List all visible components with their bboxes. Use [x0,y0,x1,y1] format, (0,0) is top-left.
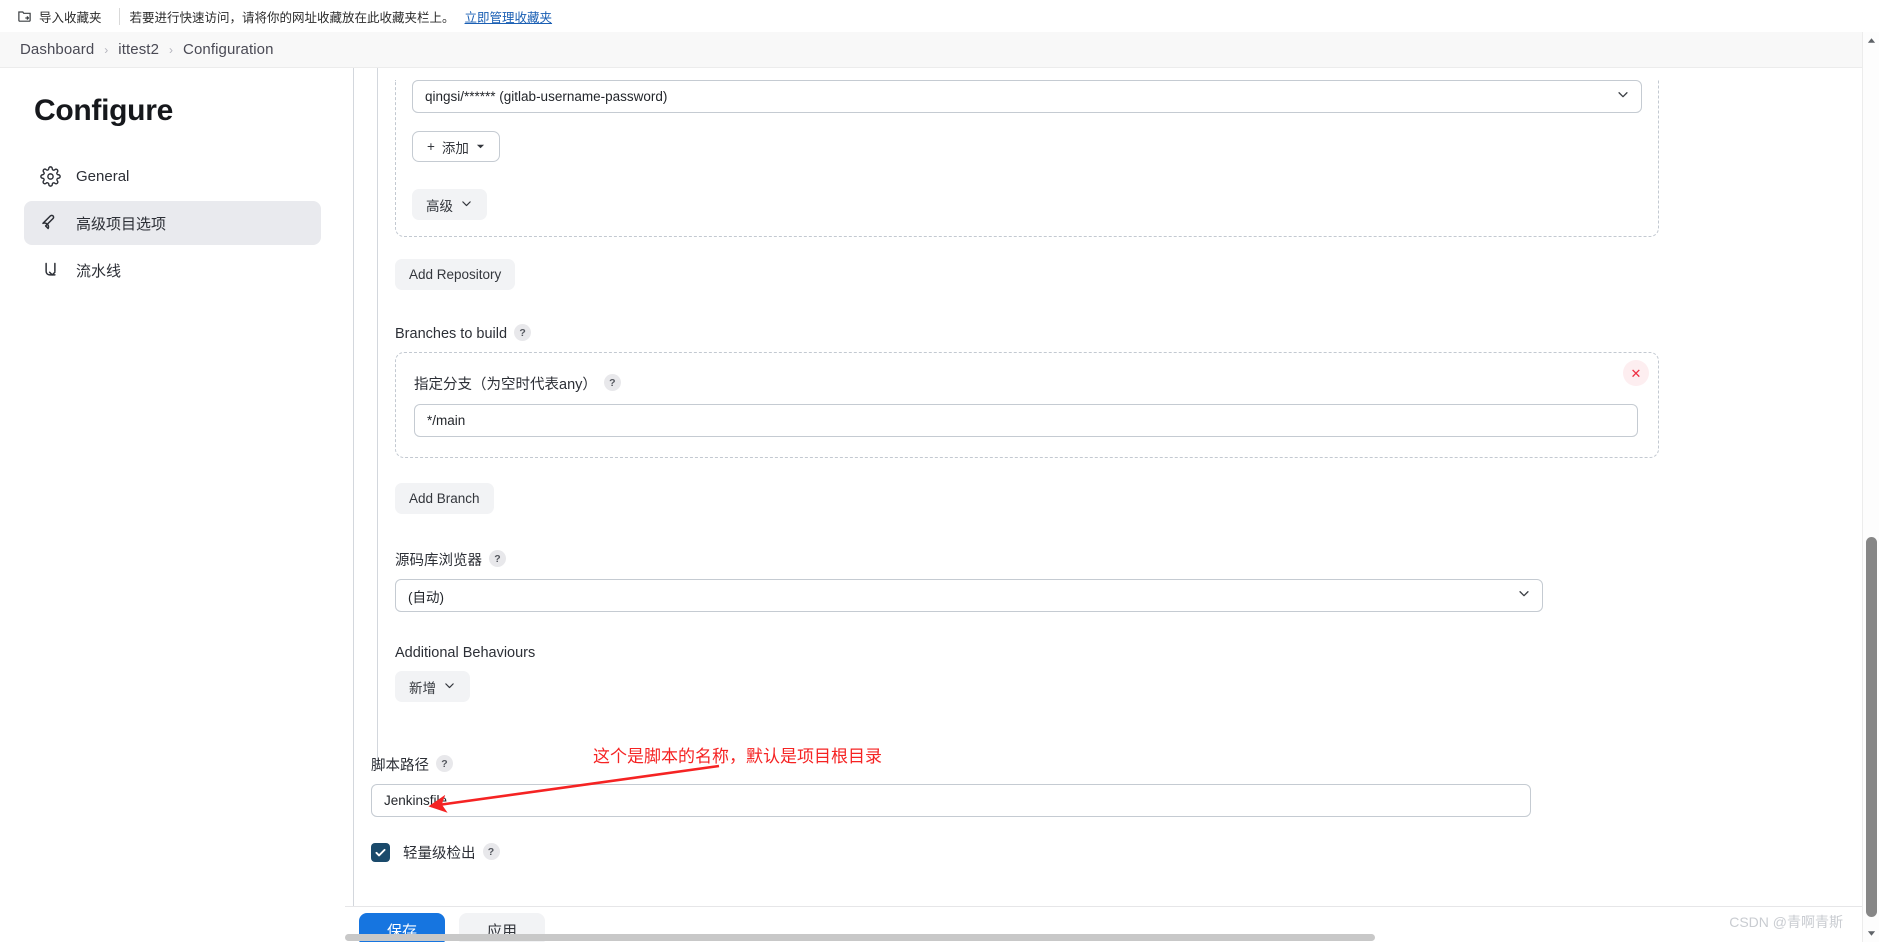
branches-to-build-label: Branches to build ? [395,324,1879,342]
script-path-input[interactable] [371,784,1531,817]
pipeline-icon [40,260,61,281]
breadcrumb: Dashboard › ittest2 › Configuration [0,32,1879,68]
caret-down-icon [476,139,485,154]
add-credentials-plus: + [427,139,435,154]
sidebar: Configure General 高级项目选项 流水线 [0,68,345,942]
vertical-scrollbar[interactable] [1862,32,1879,942]
sidebar-item-general[interactable]: General [24,154,321,198]
bookmark-bar-hint: 若要进行快速访问，请将你的网址收藏放在此收藏夹栏上。 [129,10,455,25]
remove-branch-button[interactable]: ✕ [1623,360,1649,386]
scroll-up-arrow-icon[interactable] [1863,32,1879,49]
breadcrumb-item-ittest2[interactable]: ittest2 [118,41,159,58]
sidebar-item-advanced-project-options[interactable]: 高级项目选项 [24,201,321,245]
branches-to-build-text: Branches to build [395,325,508,342]
horizontal-scrollbar[interactable] [345,933,1862,942]
sidebar-item-label: General [76,167,130,185]
branch-specifier-container: ✕ 指定分支（为空时代表any） ? [395,352,1659,458]
add-credentials-button[interactable]: + 添加 [412,131,500,162]
branch-specifier-label: 指定分支（为空时代表any） ? [414,373,1640,394]
help-icon[interactable]: ? [514,324,532,341]
branch-specifier-input[interactable] [414,404,1638,437]
page-viewport: Dashboard › ittest2 › Configuration Conf… [0,32,1879,942]
credentials-dashed-container: + 添加 高级 [395,80,1659,237]
add-repository-button[interactable]: Add Repository [395,259,516,290]
script-path-text: 脚本路径 [371,758,429,774]
add-branch-button[interactable]: Add Branch [395,483,494,514]
lightweight-checkout-text: 轻量级检出 [403,846,476,862]
import-bookmarks-label: 导入收藏夹 [39,10,102,25]
lightweight-checkout-label: 轻量级检出 ? [403,842,500,863]
lightweight-checkout-checkbox[interactable] [371,843,390,862]
help-icon[interactable]: ? [489,550,506,567]
help-icon[interactable]: ? [603,374,621,391]
horizontal-scrollbar-thumb[interactable] [345,934,1375,941]
page-title: Configure [34,94,173,127]
repository-browser-select-wrapper [395,579,1543,612]
check-icon [375,848,386,857]
breadcrumb-separator: › [104,42,109,57]
branch-specifier-input-wrapper [414,404,1640,437]
help-icon[interactable]: ? [436,755,453,772]
repository-browser-select[interactable] [395,579,1543,612]
advanced-options-button[interactable]: 高级 [412,189,487,220]
import-bookmarks-icon [17,9,32,24]
content-row: Configure General 高级项目选项 流水线 qingsi/****… [0,68,1879,942]
breadcrumb-item-configuration[interactable]: Configuration [183,41,274,58]
script-path-input-wrapper [371,784,1531,817]
script-path-block: 脚本路径 ? 这个是脚本的名称，默认是项目根目录 [371,747,1879,817]
bookmark-bar-divider [118,7,120,25]
configuration-form: + 添加 高级 [345,68,1879,942]
credentials-select-wrapper [412,80,1642,113]
scroll-down-arrow-icon[interactable] [1863,925,1879,942]
sidebar-item-label: 流水线 [76,262,122,280]
wrench-icon [40,213,61,234]
repository-browser-label: 源码库浏览器 ? [395,549,1879,570]
manage-bookmarks-link[interactable]: 立即管理收藏夹 [465,7,553,26]
add-behaviour-button[interactable]: 新增 [395,671,470,702]
add-credentials-label: 添加 [441,140,469,156]
chevron-down-icon [460,197,473,213]
import-bookmarks-button[interactable]: 导入收藏夹 [10,4,109,29]
gear-icon [40,165,61,187]
sidebar-item-label: 高级项目选项 [76,215,167,233]
repository-browser-text: 源码库浏览器 [395,553,482,569]
breadcrumb-separator: › [169,42,174,57]
credentials-select[interactable] [412,80,1642,113]
lightweight-checkout-row: 轻量级检出 ? [371,842,1879,863]
help-icon[interactable]: ? [482,843,500,860]
add-behaviour-label: 新增 [409,680,436,696]
sidebar-item-pipeline[interactable]: 流水线 [24,248,321,292]
annotation-text: 这个是脚本的名称，默认是项目根目录 [593,747,882,766]
watermark: CSDN @青啊青斯 [1729,914,1843,930]
vertical-scrollbar-thumb[interactable] [1866,537,1877,917]
browser-bookmark-bar: 导入收藏夹 若要进行快速访问，请将你的网址收藏放在此收藏夹栏上。 立即管理收藏夹 [0,0,1879,32]
advanced-options-label: 高级 [426,198,453,214]
breadcrumb-item-dashboard[interactable]: Dashboard [20,41,94,58]
chevron-down-icon [443,679,456,695]
branch-specifier-text: 指定分支（为空时代表any） [414,377,597,393]
additional-behaviours-label: Additional Behaviours [395,645,536,661]
credentials-block: + 添加 高级 [395,68,1879,237]
